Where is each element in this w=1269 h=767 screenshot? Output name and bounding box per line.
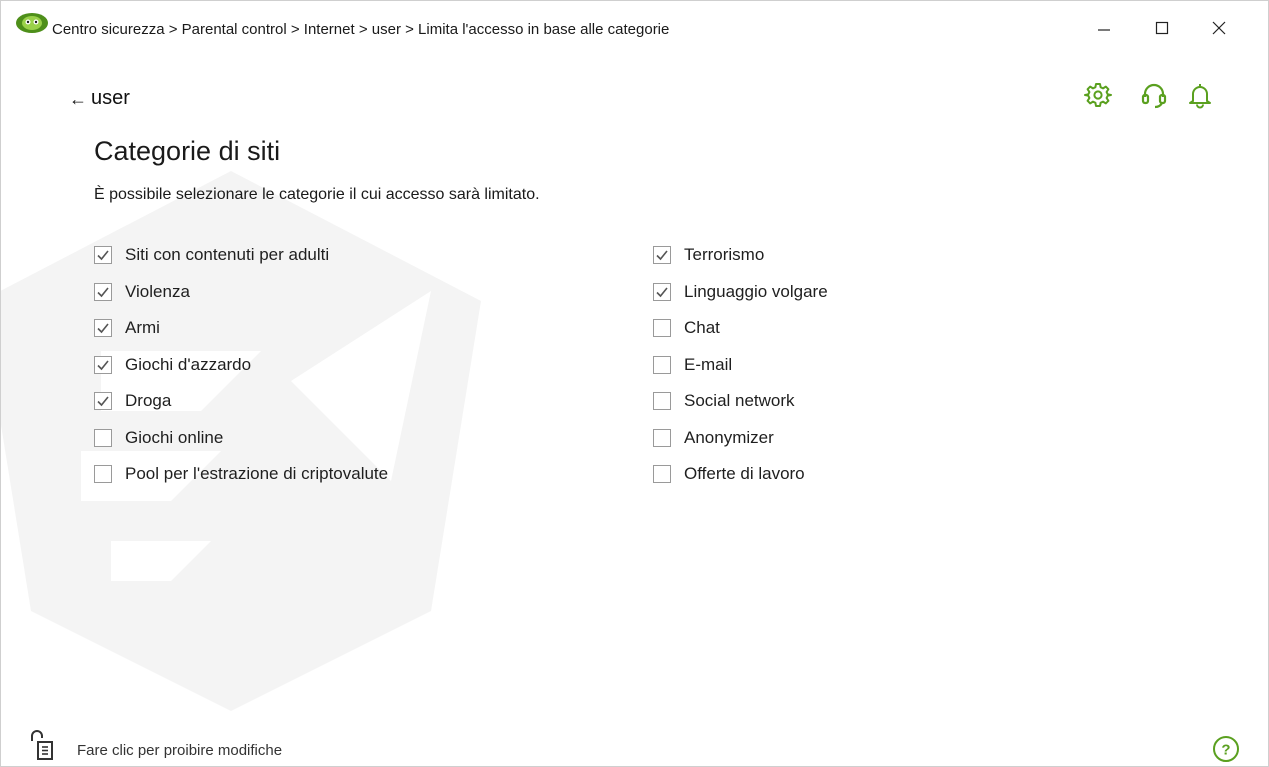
checkbox[interactable] xyxy=(653,392,671,411)
app-logo-icon xyxy=(16,13,48,33)
headset-icon xyxy=(1141,83,1167,109)
window-title: Centro sicurezza > Parental control > In… xyxy=(52,21,670,38)
categories-left-column: Siti con contenuti per adulti Violenza A… xyxy=(94,237,388,493)
checkbox-label: Violenza xyxy=(125,281,190,301)
checkmark-icon xyxy=(97,360,109,370)
checkmark-icon xyxy=(656,250,668,261)
checkbox-label: Giochi d'azzardo xyxy=(125,354,252,374)
back-link-label: user xyxy=(91,87,130,109)
checkmark-icon xyxy=(97,287,109,297)
checkmark-icon xyxy=(97,250,109,261)
category-checkbox-chat[interactable]: Chat xyxy=(653,310,828,347)
checkbox[interactable] xyxy=(94,428,112,447)
maximize-button[interactable] xyxy=(1139,1,1185,55)
category-checkbox-drugs[interactable]: Droga xyxy=(94,383,388,420)
lock-label: Fare clic per proibire modifiche xyxy=(77,742,283,759)
support-button[interactable] xyxy=(1138,79,1170,111)
category-checkbox-obscene-language[interactable]: Linguaggio volgare xyxy=(653,274,828,311)
checkbox[interactable] xyxy=(653,282,671,301)
category-checkbox-email[interactable]: E-mail xyxy=(653,347,828,384)
checkbox[interactable] xyxy=(94,319,112,338)
checkbox[interactable] xyxy=(94,282,112,301)
checkbox[interactable] xyxy=(94,392,112,411)
settings-button[interactable] xyxy=(1082,79,1114,111)
checkmark-icon xyxy=(97,323,109,334)
category-checkbox-anonymizer[interactable]: Anonymizer xyxy=(653,420,828,457)
checkbox-label: Pool per l'estrazione di criptovalute xyxy=(125,464,389,484)
checkmark-icon xyxy=(97,396,109,407)
checkbox-label: Armi xyxy=(125,318,160,338)
category-checkbox-job-offers[interactable]: Offerte di lavoro xyxy=(653,456,828,493)
gear-icon xyxy=(1084,83,1112,107)
unlocked-padlock-icon xyxy=(31,730,53,760)
checkbox-label: Offerte di lavoro xyxy=(684,464,805,484)
categories-right-column: Terrorismo Linguaggio volgare Chat E-mai… xyxy=(653,237,828,493)
category-checkbox-terrorism[interactable]: Terrorismo xyxy=(653,237,828,274)
checkbox-label: Droga xyxy=(125,391,172,411)
checkbox[interactable] xyxy=(653,355,671,374)
checkbox-label: Terrorismo xyxy=(684,245,765,265)
checkbox-label: E-mail xyxy=(684,354,733,374)
category-checkbox-adult[interactable]: Siti con contenuti per adulti xyxy=(94,237,388,274)
notifications-button[interactable] xyxy=(1184,79,1216,111)
checkbox[interactable] xyxy=(94,246,112,265)
minimize-button[interactable] xyxy=(1081,1,1127,55)
category-checkbox-online-games[interactable]: Giochi online xyxy=(94,420,388,457)
category-checkbox-weapons[interactable]: Armi xyxy=(94,310,388,347)
checkbox-label: Siti con contenuti per adulti xyxy=(125,245,330,265)
page-title: Categorie di siti xyxy=(94,136,281,166)
category-checkbox-gambling[interactable]: Giochi d'azzardo xyxy=(94,347,388,384)
checkmark-icon xyxy=(656,287,668,297)
bell-icon xyxy=(1189,84,1211,109)
close-icon xyxy=(1212,21,1226,35)
minimize-icon xyxy=(1098,29,1110,31)
checkbox-label: Giochi online xyxy=(125,427,224,447)
checkbox[interactable] xyxy=(653,246,671,265)
checkbox[interactable] xyxy=(653,428,671,447)
checkbox[interactable] xyxy=(94,465,112,484)
checkbox[interactable] xyxy=(653,465,671,484)
help-glyph: ? xyxy=(1221,742,1230,759)
checkbox[interactable] xyxy=(653,319,671,338)
category-checkbox-crypto-mining[interactable]: Pool per l'estrazione di criptovalute xyxy=(94,456,388,493)
checkbox-label: Chat xyxy=(684,318,720,338)
help-icon[interactable]: ? xyxy=(1212,735,1240,763)
back-arrow-icon: ← xyxy=(69,88,87,109)
maximize-icon xyxy=(1155,21,1169,35)
category-checkbox-violence[interactable]: Violenza xyxy=(94,274,388,311)
category-checkbox-social-network[interactable]: Social network xyxy=(653,383,828,420)
close-button[interactable] xyxy=(1196,1,1242,55)
title-bar: Centro sicurezza > Parental control > In… xyxy=(1,1,1268,63)
checkbox-label: Linguaggio volgare xyxy=(684,281,828,301)
checkbox[interactable] xyxy=(94,355,112,374)
page-description: È possibile selezionare le categorie il … xyxy=(94,186,540,203)
lock-toggle[interactable]: Fare clic per proibire modifiche xyxy=(29,729,282,761)
back-link[interactable]: ← user xyxy=(69,87,130,110)
checkbox-label: Social network xyxy=(684,391,795,411)
app-window: Centro sicurezza > Parental control > In… xyxy=(0,0,1269,767)
checkbox-label: Anonymizer xyxy=(684,427,774,447)
